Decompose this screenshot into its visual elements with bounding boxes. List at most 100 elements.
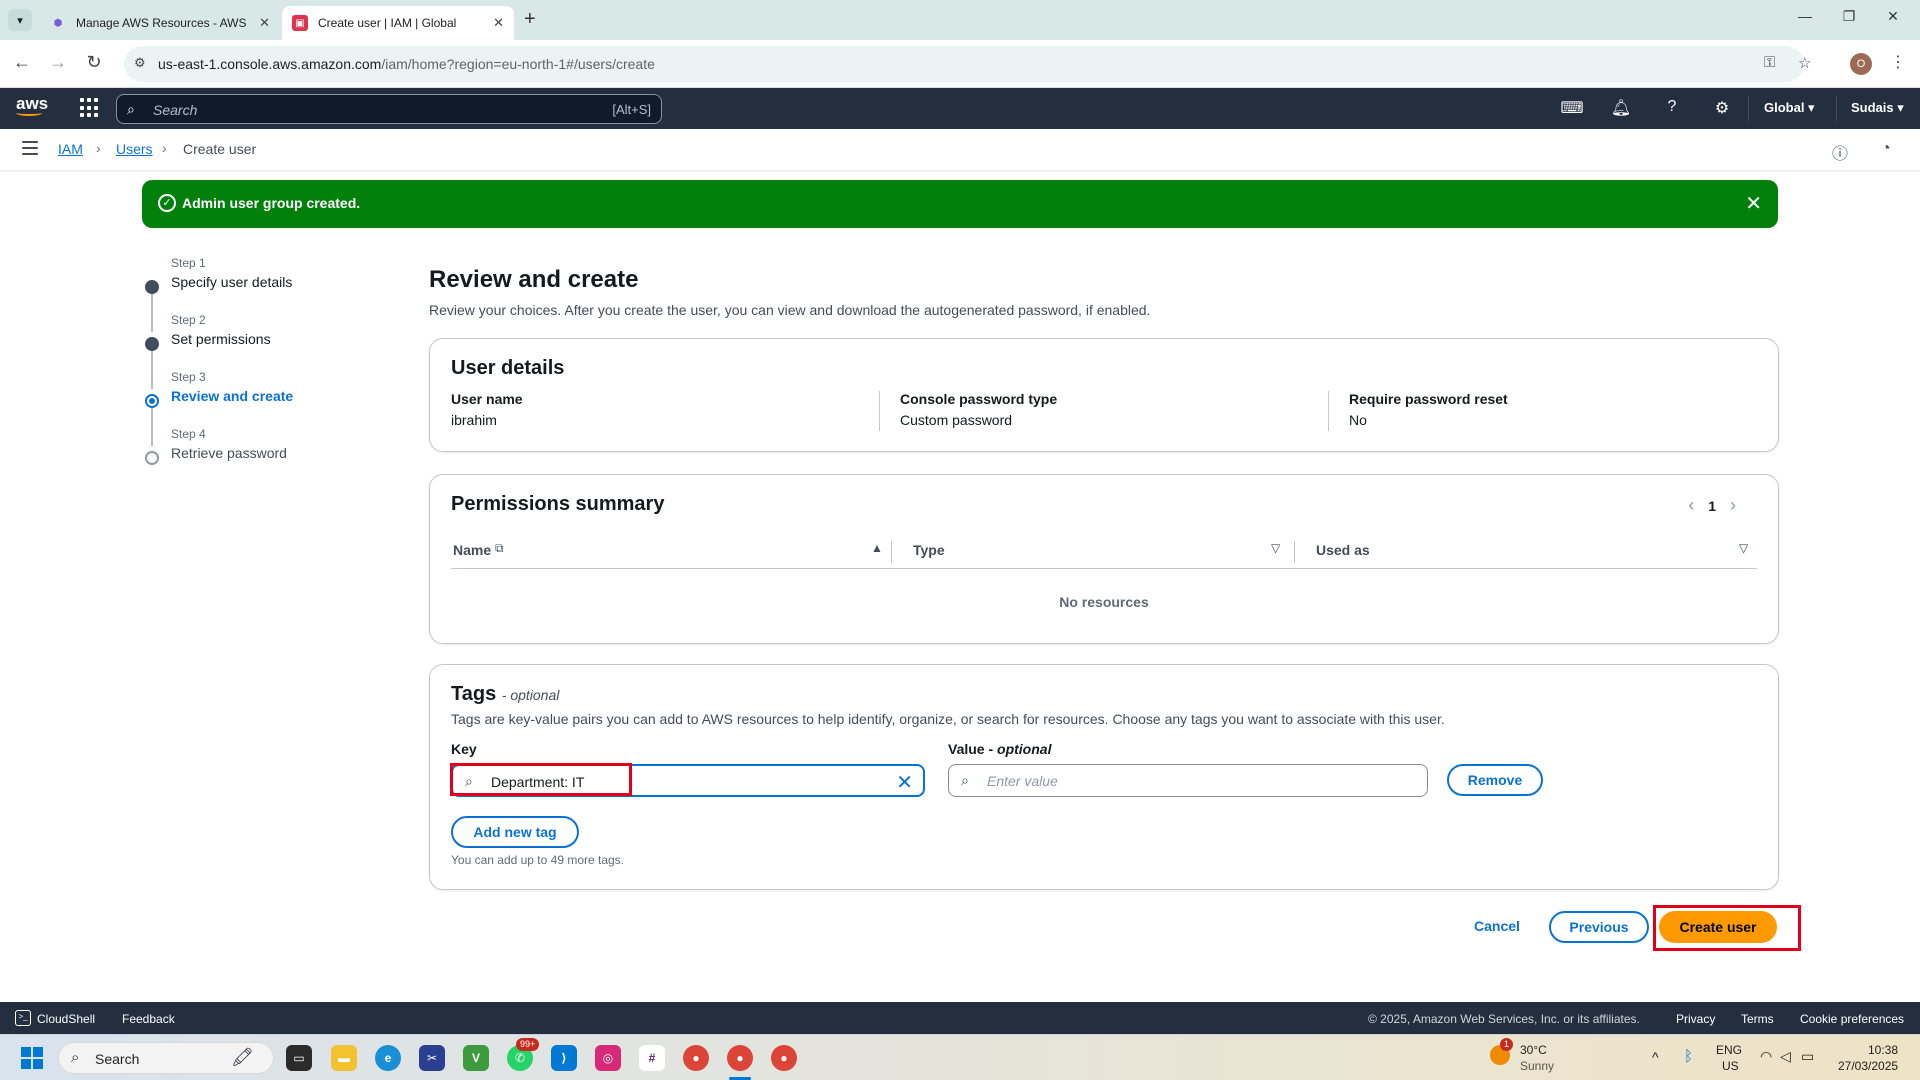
column-header-type[interactable]: Type (913, 542, 945, 558)
window-close-icon[interactable]: ✕ (1878, 8, 1908, 25)
battery-icon[interactable]: ▭ (1801, 1048, 1814, 1065)
clock-time[interactable]: 10:38 (1868, 1043, 1898, 1057)
services-grid-icon[interactable] (80, 98, 100, 118)
privacy-link[interactable]: Privacy (1676, 1012, 1715, 1026)
main-content: Review and create Review your choices. A… (429, 266, 1779, 890)
language-indicator[interactable]: ENG (1716, 1043, 1742, 1057)
tray-chevron-up-icon[interactable]: ^ (1652, 1049, 1659, 1065)
column-divider (1294, 541, 1295, 563)
empty-state-text: No resources (1059, 594, 1149, 610)
site-info-icon[interactable]: ⚙ (134, 55, 146, 71)
reload-icon[interactable]: ↻ (82, 52, 106, 73)
close-icon[interactable]: ✕ (493, 15, 504, 31)
page-number[interactable]: 1 (1708, 498, 1716, 514)
step-number: Step 1 (171, 256, 206, 270)
snipping-tool-icon[interactable]: ✂ (419, 1045, 445, 1071)
url-text[interactable]: us-east-1.console.aws.amazon.com/iam/hom… (158, 56, 655, 72)
cube-icon: ⬢ (53, 17, 63, 29)
search-icon: ⌕ (961, 772, 969, 788)
search-highlight-icon: 🖍︎ (231, 1047, 254, 1067)
help-icon[interactable]: ? (1660, 98, 1684, 116)
back-arrow-icon[interactable]: ← (10, 52, 34, 73)
file-explorer-icon[interactable]: ▬ (331, 1045, 357, 1071)
column-header-name[interactable]: Name (453, 542, 491, 558)
bluetooth-icon[interactable]: ᛒ (1684, 1048, 1693, 1065)
clock-date[interactable]: 27/03/2025 (1838, 1059, 1898, 1073)
chrome-alt-icon[interactable]: ● (771, 1045, 797, 1071)
region-selector[interactable]: Global ▾ (1764, 100, 1815, 116)
forward-arrow-icon[interactable]: → (46, 52, 70, 73)
tag-value-input[interactable]: ⌕ Enter value (948, 764, 1428, 797)
account-menu[interactable]: Sudais ▾ (1851, 100, 1904, 116)
chevron-right-icon[interactable]: › (1730, 495, 1736, 515)
field-value: Custom password (900, 412, 1013, 428)
chrome-icon[interactable]: ● (683, 1045, 709, 1071)
vs-app-icon[interactable]: V (463, 1045, 489, 1071)
step-title[interactable]: Specify user details (171, 274, 292, 290)
info-icon[interactable]: ⓘ (1832, 140, 1848, 164)
terms-link[interactable]: Terms (1741, 1012, 1774, 1026)
wizard-step-2[interactable]: Step 2 Set permissions (140, 313, 380, 389)
settings-gear-icon[interactable]: ⚙ (1710, 98, 1734, 118)
chevron-left-icon[interactable]: ‹ (1688, 495, 1694, 515)
close-icon[interactable]: ✕ (259, 15, 270, 31)
tab-search-button[interactable]: ▾ (8, 9, 32, 31)
browser-menu-icon[interactable]: ⋮ (1890, 52, 1906, 72)
sort-icon[interactable]: ▽ (1271, 541, 1280, 555)
weather-badge: 1 (1500, 1038, 1514, 1051)
vscode-icon[interactable]: ⟩ (551, 1045, 577, 1071)
browser-tab-aws-resources[interactable]: ⬢ Manage AWS Resources - AWS ✕ (40, 6, 280, 40)
aws-search-input[interactable]: ⌕ Search [Alt+S] (116, 94, 662, 124)
cloudshell-icon[interactable]: ⌨ (1560, 98, 1584, 118)
permissions-summary-card: Permissions summary ‹ 1 › Name ⧉ ▲ Type ▽ … (429, 474, 1779, 644)
step-title[interactable]: Set permissions (171, 331, 271, 347)
remove-tag-button[interactable]: Remove (1447, 764, 1543, 796)
edge-browser-icon[interactable]: e (375, 1045, 401, 1071)
sort-ascending-icon[interactable]: ▲ (871, 541, 883, 555)
wizard-step-1[interactable]: Step 1 Specify user details (140, 256, 380, 332)
column-header-used-as[interactable]: Used as (1316, 542, 1370, 558)
weather-temp[interactable]: 30°C (1520, 1043, 1547, 1057)
field-label: Console password type (900, 391, 1058, 407)
wifi-icon[interactable]: ◠ (1760, 1048, 1772, 1065)
weather-desc[interactable]: Sunny (1520, 1059, 1554, 1073)
previous-button[interactable]: Previous (1549, 911, 1649, 943)
taskbar-search[interactable]: ⌕ Search 🖍︎ (58, 1042, 274, 1074)
windows-start-icon[interactable] (21, 1047, 43, 1069)
minimize-icon[interactable]: — (1790, 8, 1820, 24)
slack-icon[interactable]: # (639, 1045, 665, 1071)
wizard-step-3: Step 3 Review and create (140, 370, 380, 446)
password-key-icon[interactable]: ⚿ (1764, 54, 1775, 71)
region-indicator[interactable]: US (1722, 1059, 1739, 1073)
chrome-profile-icon[interactable]: ● (727, 1045, 753, 1071)
breadcrumb-iam[interactable]: IAM (58, 141, 83, 157)
bookmark-star-icon[interactable]: ☆ (1798, 54, 1811, 72)
browser-tab-create-user[interactable]: ▣ Create user | IAM | Global ✕ (282, 6, 514, 40)
cancel-button[interactable]: Cancel (1474, 918, 1520, 934)
aws-logo[interactable]: aws (16, 94, 48, 116)
search-shortcut: [Alt+S] (612, 102, 651, 117)
cookie-preferences-link[interactable]: Cookie preferences (1800, 1012, 1904, 1026)
clear-icon[interactable]: ✕ (896, 770, 913, 795)
feedback-icon[interactable]: ◔ (1881, 140, 1891, 158)
new-tab-plus-icon[interactable]: + (524, 8, 536, 31)
close-icon[interactable]: ✕ (1745, 191, 1762, 216)
url-omnibox[interactable]: ⚙ us-east-1.console.aws.amazon.com/iam/h… (124, 46, 1811, 82)
feedback-link[interactable]: Feedback (122, 1012, 175, 1026)
profile-avatar[interactable]: O (1850, 53, 1872, 75)
cloudshell-link[interactable]: CloudShell (37, 1012, 95, 1026)
tag-value-placeholder[interactable]: Enter value (987, 773, 1058, 789)
cloudshell-icon[interactable]: >_ (15, 1010, 31, 1026)
notifications-bell-icon[interactable]: 🔔︎ (1609, 98, 1633, 118)
side-nav-menu-icon[interactable] (22, 141, 38, 159)
search-icon: ⌕ (71, 1049, 80, 1066)
column-divider (1328, 391, 1329, 431)
instagram-icon[interactable]: ◎ (595, 1045, 621, 1071)
add-new-tag-button[interactable]: Add new tag (451, 816, 579, 848)
breadcrumb-users[interactable]: Users (116, 141, 153, 157)
restore-icon[interactable]: ❐ (1834, 8, 1864, 25)
breadcrumb-create-user: Create user (183, 141, 257, 157)
sort-icon[interactable]: ▽ (1739, 541, 1748, 555)
volume-icon[interactable]: ◁ (1780, 1048, 1791, 1065)
task-view-icon[interactable]: ▭ (286, 1045, 312, 1071)
